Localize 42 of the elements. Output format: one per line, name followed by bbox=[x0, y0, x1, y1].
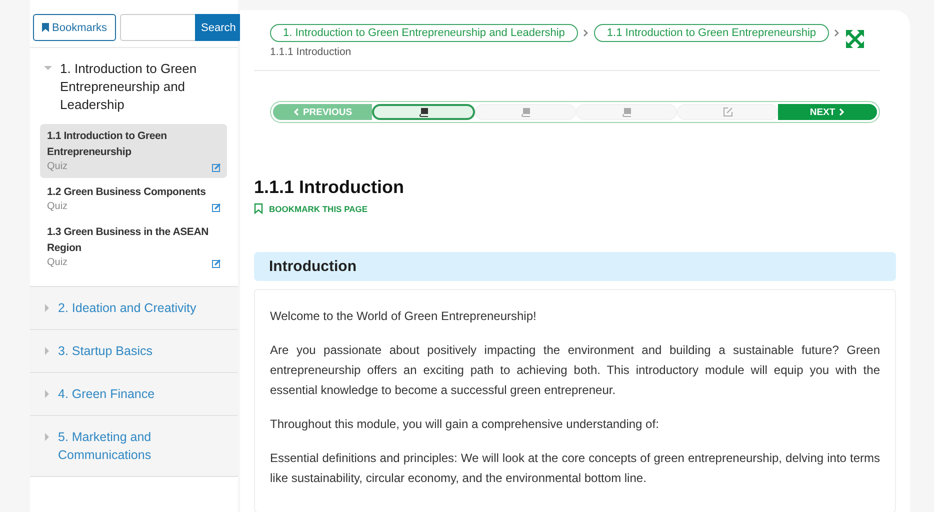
edit-icon bbox=[212, 203, 221, 212]
fullscreen-icon[interactable] bbox=[846, 30, 864, 48]
chevron-icon bbox=[839, 108, 846, 116]
edit-icon bbox=[212, 163, 221, 172]
book-icon bbox=[418, 107, 428, 117]
edit-icon bbox=[722, 107, 732, 117]
section-heading: Introduction bbox=[254, 252, 896, 281]
breadcrumb-current: 1.1.1 Introduction bbox=[270, 46, 352, 58]
chapter-header[interactable]: 5. Marketing and Communications bbox=[30, 416, 238, 477]
bookmark-icon bbox=[42, 23, 49, 32]
lesson-item[interactable]: 1.2 Green Business Components Quiz bbox=[40, 180, 227, 218]
search-button[interactable]: Search bbox=[195, 14, 242, 41]
chevron-icon bbox=[582, 29, 589, 37]
caret-icon bbox=[44, 433, 50, 441]
breadcrumb-link[interactable]: 1. Introduction to Green Entrepreneurship and Leadership bbox=[270, 24, 578, 42]
caret-icon bbox=[44, 304, 50, 312]
lesson-item[interactable]: 1.1 Introduction to Green Entrepreneurship Quiz bbox=[40, 124, 227, 178]
edit-icon bbox=[212, 259, 221, 268]
search-field[interactable] bbox=[120, 14, 196, 41]
bookmark-icon bbox=[254, 203, 263, 214]
chevron-icon bbox=[834, 29, 840, 37]
chevron-icon bbox=[292, 108, 299, 116]
page-title: 1.1.1 Introduction bbox=[254, 177, 406, 198]
caret-icon bbox=[44, 65, 52, 71]
caret-icon bbox=[44, 347, 50, 355]
caret-icon bbox=[44, 390, 50, 398]
chapter-header[interactable]: 3. Startup Basics bbox=[30, 330, 238, 373]
chapter-header[interactable]: 4. Green Finance bbox=[30, 373, 238, 416]
chapter-header[interactable]: 2. Ideation and Creativity bbox=[30, 287, 238, 330]
paragraph: Are you passionate about positively impacting the environment and building a sustainable future? Green entrepreneurship offers an exciting path to achieving both. This introductory module will equip you with the essential knowledge to become a successful green entrepreneur. bbox=[270, 342, 880, 399]
next-button[interactable]: NEXT bbox=[778, 104, 877, 120]
book-icon bbox=[622, 107, 632, 117]
book-icon bbox=[520, 107, 530, 117]
lesson-item[interactable]: 1.3 Green Business in the ASEAN Region Quiz bbox=[40, 220, 227, 274]
breadcrumb-link[interactable]: 1.1 Introduction to Green Entrepreneurship bbox=[594, 24, 830, 42]
paragraph: Essential definitions and principles: We will look at the core concepts of green entrepreneurship, delving into terms like sustainability, circular economy, and the environmental bottom line. bbox=[270, 450, 880, 487]
bookmarks-button[interactable]: Bookmarks bbox=[33, 14, 116, 41]
bookmark-link[interactable]: BOOKMARK THIS PAGE bbox=[254, 203, 896, 214]
previous-button[interactable]: PREVIOUS bbox=[273, 104, 372, 120]
paragraph: Welcome to the World of Green Entrepreneurship! bbox=[270, 308, 538, 325]
paragraph: Throughout this module, you will gain a comprehensive understanding of: bbox=[270, 416, 660, 433]
step-tab[interactable] bbox=[372, 104, 475, 120]
